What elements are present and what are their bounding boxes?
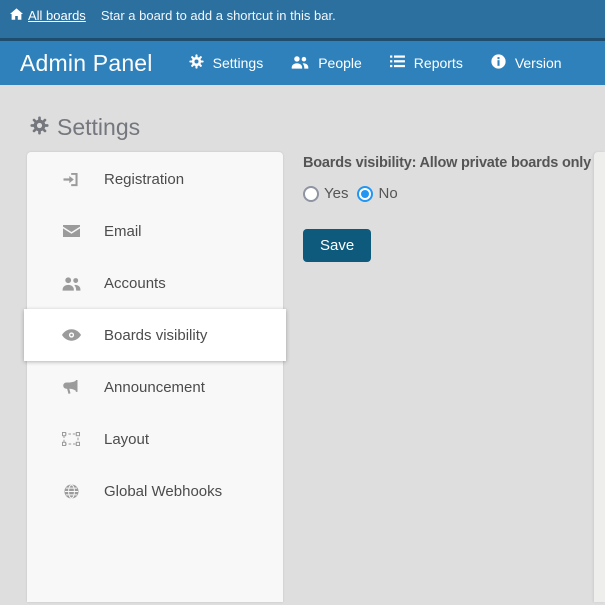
settings-sidebar: Registration Email Accounts Boards visib… — [27, 152, 283, 602]
radio-yes[interactable] — [303, 186, 319, 202]
eye-icon — [60, 329, 82, 341]
nav-item-version[interactable]: Version — [491, 54, 562, 72]
sidebar-item-announcement[interactable]: Announcement — [27, 361, 283, 413]
sidebar-item-label: Announcement — [104, 379, 205, 396]
sidebar-item-email[interactable]: Email — [27, 205, 283, 257]
nav-label: Version — [515, 55, 562, 71]
radio-yes-label[interactable]: Yes — [324, 185, 348, 202]
nav-item-people[interactable]: People — [291, 54, 362, 72]
reports-icon — [390, 55, 405, 71]
sign-in-icon — [60, 172, 82, 187]
gear-icon — [189, 54, 204, 72]
sidebar-item-label: Boards visibility — [104, 327, 207, 344]
bullhorn-icon — [60, 380, 82, 395]
page-title: Settings — [30, 114, 140, 141]
nav-label: People — [318, 55, 362, 71]
boards-visibility-pane: Boards visibility: Allow private boards … — [303, 155, 597, 262]
admin-nav: Settings People Reports Version — [189, 54, 562, 72]
setting-heading: Boards visibility: Allow private boards … — [303, 155, 597, 171]
people-icon — [291, 55, 309, 72]
sidebar-item-label: Layout — [104, 431, 149, 448]
next-panel-sliver — [594, 152, 605, 602]
settings-page: Settings Registration Email Accounts Bo — [0, 85, 605, 602]
nav-label: Settings — [213, 55, 264, 71]
gear-icon — [30, 114, 49, 141]
sidebar-item-layout[interactable]: Layout — [27, 413, 283, 465]
visibility-radio-group: Yes No — [303, 185, 597, 202]
sidebar-item-registration[interactable]: Registration — [27, 153, 283, 205]
nav-label: Reports — [414, 55, 463, 71]
nav-item-reports[interactable]: Reports — [390, 54, 463, 72]
globe-icon — [60, 484, 82, 499]
info-icon — [491, 54, 506, 72]
sidebar-item-label: Registration — [104, 171, 184, 188]
board-shortcut-bar: All boards Star a board to add a shortcu… — [0, 0, 605, 41]
page-title-label: Settings — [57, 114, 140, 141]
sidebar-item-global-webhooks[interactable]: Global Webhooks — [27, 465, 283, 517]
all-boards-link[interactable]: All boards — [10, 8, 86, 23]
envelope-icon — [60, 225, 82, 237]
sidebar-item-accounts[interactable]: Accounts — [27, 257, 283, 309]
star-hint-text: Star a board to add a shortcut in this b… — [101, 8, 336, 23]
nav-item-settings[interactable]: Settings — [189, 54, 264, 72]
users-icon — [60, 276, 82, 291]
layout-icon — [60, 432, 82, 446]
admin-header: Admin Panel Settings People Reports Vers… — [0, 41, 605, 85]
all-boards-label: All boards — [28, 8, 86, 23]
admin-panel-title: Admin Panel — [20, 50, 153, 77]
sidebar-item-label: Accounts — [104, 275, 166, 292]
sidebar-item-boards-visibility[interactable]: Boards visibility — [24, 309, 286, 361]
home-icon — [10, 8, 23, 23]
sidebar-item-label: Email — [104, 223, 142, 240]
save-button[interactable]: Save — [303, 229, 371, 262]
radio-no-label[interactable]: No — [378, 185, 397, 202]
sidebar-item-label: Global Webhooks — [104, 483, 222, 500]
radio-no[interactable] — [357, 186, 373, 202]
